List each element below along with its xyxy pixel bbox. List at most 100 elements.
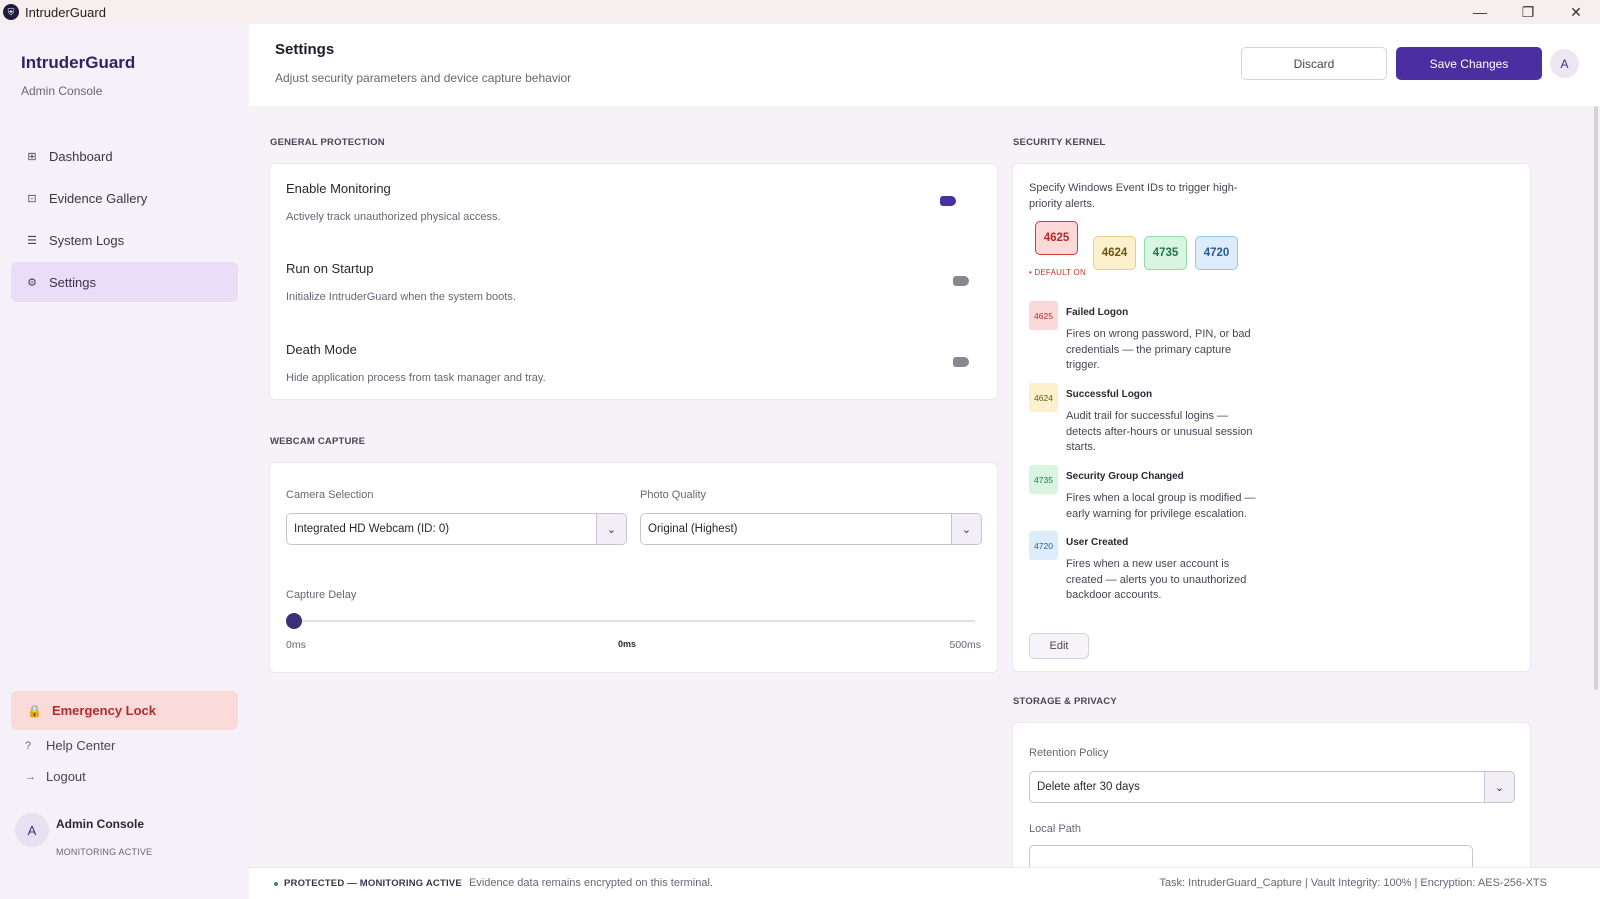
status-bar: PROTECTED — MONITORING ACTIVE Evidence d… xyxy=(249,867,1600,899)
photo-quality-label: Photo Quality xyxy=(640,489,707,501)
sidebar-item-label: Dashboard xyxy=(49,148,113,164)
webcam-capture-card: Camera Selection Integrated HD Webcam (I… xyxy=(269,462,998,673)
enable-monitoring-title: Enable Monitoring xyxy=(286,181,391,196)
event-badge-4624: 4624 xyxy=(1029,383,1058,412)
event-chip-4735[interactable]: 4735 xyxy=(1144,236,1187,270)
photo-quality-dropdown[interactable]: Original (Highest) ⌄ xyxy=(640,513,982,545)
title-bar: ⛨ IntruderGuard — ❐ ✕ xyxy=(0,0,1600,24)
user-name: Admin Console xyxy=(56,817,145,831)
content-scrollbar[interactable] xyxy=(1594,106,1598,690)
grid-icon: ⊞ xyxy=(27,150,37,163)
security-kernel-description: Specify Windows Event IDs to trigger hig… xyxy=(1029,182,1238,210)
brand-name: IntruderGuard xyxy=(21,53,136,72)
run-on-startup-toggle[interactable] xyxy=(953,276,969,286)
avatar[interactable]: A xyxy=(15,813,49,847)
help-center-label: Help Center xyxy=(46,738,116,753)
retention-policy-dropdown[interactable]: Delete after 30 days ⌄ xyxy=(1029,771,1515,803)
settings-content: GENERAL PROTECTION Enable Monitoring Act… xyxy=(249,106,1600,867)
sidebar-nav: ⊞ Dashboard ⊡ Evidence Gallery ☰ System … xyxy=(11,136,238,304)
event-chip-4624[interactable]: 4624 xyxy=(1093,236,1136,270)
capture-delay-label: Capture Delay xyxy=(286,589,357,601)
event-badge-4625: 4625 xyxy=(1029,301,1058,330)
enable-monitoring-toggle[interactable] xyxy=(940,196,956,206)
event-desc-security-group-changed: Fires when a local group is modified — e… xyxy=(1066,492,1256,520)
event-name-successful-logon: Successful Logon xyxy=(1066,389,1153,400)
emergency-lock-label: Emergency Lock xyxy=(51,703,156,718)
encryption-note: Evidence data remains encrypted on this … xyxy=(469,877,713,889)
page-title: Settings xyxy=(275,41,335,58)
death-mode-toggle[interactable] xyxy=(953,357,969,367)
run-on-startup-desc: Initialize IntruderGuard when the system… xyxy=(286,291,516,303)
camera-selection-value: Integrated HD Webcam (ID: 0) xyxy=(294,523,450,535)
photo-quality-value: Original (Highest) xyxy=(648,523,738,535)
user-status: MONITORING ACTIVE xyxy=(56,847,153,857)
security-kernel-card: Specify Windows Event IDs to trigger hig… xyxy=(1012,163,1531,672)
protection-status: PROTECTED — MONITORING ACTIVE xyxy=(284,878,462,889)
event-desc-user-created: Fires when a new user account is created… xyxy=(1066,558,1247,601)
logout-label: Logout xyxy=(46,769,86,784)
event-badge-4720: 4720 xyxy=(1029,531,1058,560)
emergency-lock-button[interactable]: 🔒 Emergency Lock xyxy=(11,691,238,730)
general-protection-card: Enable Monitoring Actively track unautho… xyxy=(269,163,998,400)
capture-delay-track[interactable] xyxy=(287,620,975,622)
webcam-capture-heading: WEBCAM CAPTURE xyxy=(270,436,366,447)
sidebar-item-label: Settings xyxy=(49,274,96,290)
gear-icon: ⚙ xyxy=(27,276,37,289)
logout-link[interactable]: → Logout xyxy=(25,769,86,784)
camera-selection-label: Camera Selection xyxy=(286,489,374,501)
brand-subtitle: Admin Console xyxy=(21,84,103,98)
app-logo-icon: ⛨ xyxy=(3,4,19,20)
help-center-link[interactable]: ? Help Center xyxy=(25,738,115,753)
sidebar-item-label: System Logs xyxy=(49,232,125,248)
status-dot-icon xyxy=(274,882,278,886)
event-desc-successful-logon: Audit trail for successful logins — dete… xyxy=(1066,410,1253,453)
capture-delay-max: 500ms xyxy=(949,639,981,651)
sidebar: IntruderGuard Admin Console ⊞ Dashboard … xyxy=(0,24,249,899)
event-chip-4625[interactable]: 4625 xyxy=(1035,221,1078,255)
event-name-user-created: User Created xyxy=(1066,537,1129,548)
chevron-down-icon: ⌄ xyxy=(1484,772,1514,802)
local-path-label: Local Path xyxy=(1029,823,1081,835)
storage-privacy-heading: STORAGE & PRIVACY xyxy=(1013,696,1117,707)
capture-delay-current: 0ms xyxy=(618,639,637,649)
camera-selection-dropdown[interactable]: Integrated HD Webcam (ID: 0) ⌄ xyxy=(286,513,627,545)
event-name-failed-logon: Failed Logon xyxy=(1066,307,1129,318)
death-mode-title: Death Mode xyxy=(286,342,357,357)
list-icon: ☰ xyxy=(27,234,37,247)
lock-icon: 🔒 xyxy=(27,703,42,718)
sidebar-item-system-logs[interactable]: ☰ System Logs xyxy=(11,220,238,260)
capture-delay-min: 0ms xyxy=(286,639,306,651)
sidebar-item-settings[interactable]: ⚙ Settings xyxy=(11,262,238,302)
security-kernel-heading: SECURITY KERNEL xyxy=(1013,137,1106,148)
chevron-down-icon: ⌄ xyxy=(951,514,981,544)
save-changes-button[interactable]: Save Changes xyxy=(1396,47,1542,80)
minimize-button[interactable]: — xyxy=(1456,0,1504,24)
event-badge-4735: 4735 xyxy=(1029,465,1058,494)
default-on-note: • DEFAULT ON xyxy=(1029,268,1086,277)
page-header: Settings Adjust security parameters and … xyxy=(249,24,1600,106)
page-subtitle: Adjust security parameters and device ca… xyxy=(275,71,572,85)
event-chip-4720[interactable]: 4720 xyxy=(1195,236,1238,270)
general-protection-heading: GENERAL PROTECTION xyxy=(270,137,385,148)
local-path-input[interactable] xyxy=(1029,845,1473,867)
run-on-startup-title: Run on Startup xyxy=(286,261,374,276)
header-avatar[interactable]: A xyxy=(1550,49,1579,78)
enable-monitoring-desc: Actively track unauthorized physical acc… xyxy=(286,211,501,223)
task-meta: Task: IntruderGuard_Capture | Vault Inte… xyxy=(1159,877,1547,889)
chevron-down-icon: ⌄ xyxy=(596,514,626,544)
retention-policy-label: Retention Policy xyxy=(1029,747,1109,759)
edit-events-button[interactable]: Edit xyxy=(1029,633,1089,659)
close-button[interactable]: ✕ xyxy=(1552,0,1600,24)
sidebar-item-dashboard[interactable]: ⊞ Dashboard xyxy=(11,136,238,176)
discard-button[interactable]: Discard xyxy=(1241,47,1387,80)
window-controls: — ❐ ✕ xyxy=(1456,0,1600,24)
event-name-security-group-changed: Security Group Changed xyxy=(1066,471,1184,482)
window-title: IntruderGuard xyxy=(25,4,106,20)
logout-icon: → xyxy=(25,770,36,783)
capture-delay-slider-thumb[interactable] xyxy=(286,613,302,629)
death-mode-desc: Hide application process from task manag… xyxy=(286,372,546,384)
restore-button[interactable]: ❐ xyxy=(1504,0,1552,24)
storage-privacy-card: Retention Policy Delete after 30 days ⌄ … xyxy=(1012,722,1531,867)
event-desc-failed-logon: Fires on wrong password, PIN, or bad cre… xyxy=(1066,328,1251,371)
sidebar-item-evidence-gallery[interactable]: ⊡ Evidence Gallery xyxy=(11,178,238,218)
